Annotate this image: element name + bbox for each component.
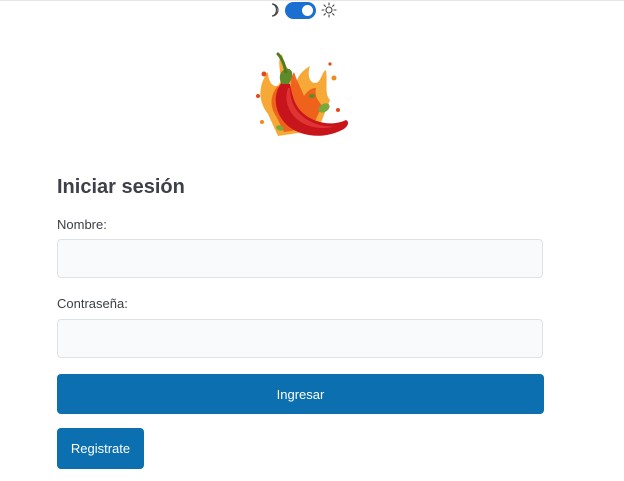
chili-pepper-icon [238, 44, 354, 150]
password-label: Contraseña: [57, 296, 128, 311]
register-button[interactable]: Registrate [57, 428, 144, 469]
theme-switch[interactable] [285, 1, 316, 19]
name-input[interactable] [57, 239, 543, 278]
moon-icon [268, 2, 280, 18]
password-input[interactable] [57, 319, 543, 358]
name-label: Nombre: [57, 217, 107, 232]
sun-icon [321, 2, 337, 18]
login-page: Iniciar sesión Nombre: Contraseña: Ingre… [0, 0, 624, 481]
login-button[interactable]: Ingresar [57, 374, 544, 414]
switch-knob [302, 4, 313, 16]
theme-toggle[interactable] [268, 0, 337, 20]
page-title: Iniciar sesión [57, 176, 185, 198]
